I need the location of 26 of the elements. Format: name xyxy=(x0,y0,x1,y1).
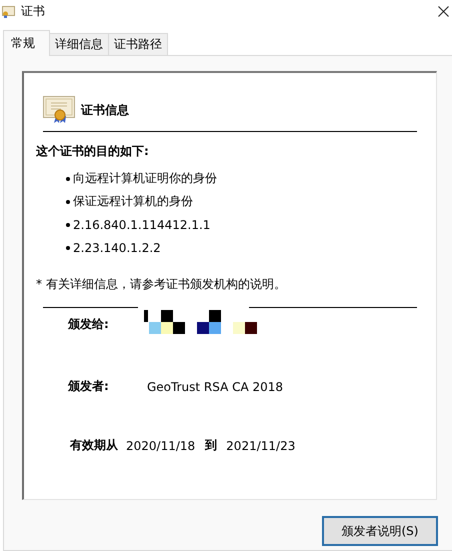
field-label: 颁发给: xyxy=(68,316,109,332)
certificate-icon xyxy=(43,96,76,124)
section-heading: 证书信息 xyxy=(81,102,129,118)
close-icon[interactable] xyxy=(438,6,449,16)
field-label: 有效期从 xyxy=(70,437,118,454)
date-value: 2020/11/18 xyxy=(126,438,196,452)
tab[interactable]: 证书路径 xyxy=(109,33,168,55)
issuer-statement-button[interactable]: 颁发者说明(S) xyxy=(322,516,438,546)
certificate-icon xyxy=(2,4,15,18)
bullet-icon xyxy=(66,222,70,226)
date-value: 2021/11/23 xyxy=(226,438,296,452)
field-label: 到 xyxy=(205,437,218,454)
issuer-value: GeoTrust RSA CA 2018 xyxy=(147,380,284,394)
tab[interactable]: 详细信息 xyxy=(50,33,109,55)
bullet-icon xyxy=(66,176,70,180)
purpose-item: 2.23.140.1.2.2 xyxy=(73,240,161,254)
bullet-icon xyxy=(66,246,70,250)
bullet-icon xyxy=(66,200,70,204)
purposes-title: 这个证书的目的如下: xyxy=(36,144,149,159)
purpose-item: 2.16.840.1.114412.1.1 xyxy=(73,218,210,232)
window-title: 证书 xyxy=(21,2,45,20)
purpose-item: 保证远程计算机的身份 xyxy=(73,193,193,210)
purpose-item: 向远程计算机证明你的身份 xyxy=(73,170,217,187)
note-text: * 有关详细信息，请参考证书颁发机构的说明。 xyxy=(36,276,286,293)
tab[interactable]: 常规 xyxy=(3,30,50,56)
field-label: 颁发者: xyxy=(68,378,110,395)
